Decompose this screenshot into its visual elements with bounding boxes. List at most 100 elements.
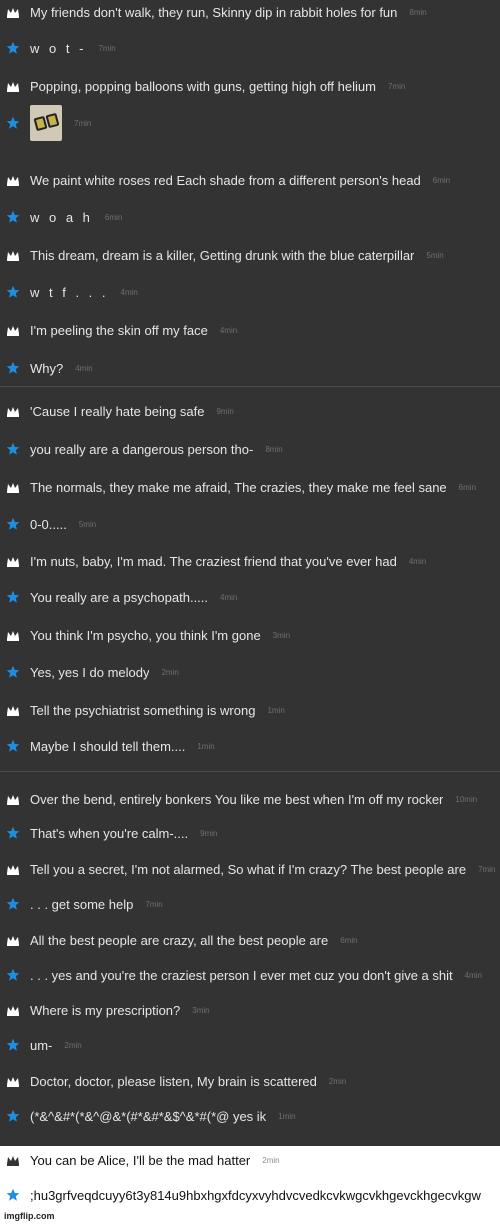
message-row: You really are a psychopath..... 4min (0, 586, 500, 608)
message-timestamp: 6min (432, 175, 451, 185)
message-timestamp: 7min (145, 899, 163, 909)
message-text: w t f . . . (30, 284, 109, 300)
message-timestamp: 7min (74, 118, 92, 128)
star-icon (6, 116, 20, 130)
message-row: Where is my prescription? 3min (0, 999, 500, 1021)
message-row: um- 2min (0, 1034, 500, 1056)
crown-icon (6, 1074, 20, 1088)
message-text: Doctor, doctor, please listen, My brain … (30, 1073, 317, 1089)
star-icon (6, 665, 20, 679)
message-timestamp: 8min (265, 444, 283, 454)
message-row-bottom: ;hu3grfveqdcuyy6t3y814u9hbxhgxfdcyxvyhdv… (0, 1184, 500, 1206)
message-row: 7min (0, 103, 500, 143)
message-timestamp: 1min (267, 705, 285, 715)
message-timestamp: 4min (120, 287, 138, 297)
message-timestamp: 6min (458, 482, 477, 492)
crown-icon (6, 628, 20, 642)
message-row: My friends don't walk, they run, Skinny … (0, 1, 500, 23)
message-row: Yes, yes I do melody 2min (0, 661, 500, 683)
message-row: Popping, popping balloons with guns, get… (0, 75, 500, 97)
message-timestamp: 2min (64, 1040, 82, 1050)
message-timestamp: 4min (219, 325, 238, 335)
message-row: You think I'm psycho, you think I'm gone… (0, 624, 500, 646)
message-row: I'm peeling the skin off my face 4min (0, 319, 500, 341)
message-row-bottom: You can be Alice, I'll be the mad hatter… (0, 1149, 500, 1171)
message-text: w o t - (30, 40, 87, 56)
sticker-image (30, 105, 62, 141)
message-text: The normals, they make me afraid, The cr… (30, 479, 447, 495)
message-row: w t f . . . 4min (0, 281, 500, 303)
watermark: imgflip.com (4, 1211, 55, 1221)
star-icon (6, 968, 20, 982)
star-icon (6, 590, 20, 604)
message-timestamp: 2min (262, 1155, 280, 1165)
message-text: I'm peeling the skin off my face (30, 322, 208, 338)
crown-icon (6, 703, 20, 717)
message-row: We paint white roses red Each shade from… (0, 169, 500, 191)
message-timestamp: 4min (408, 556, 427, 566)
message-text: I'm nuts, baby, I'm mad. The craziest fr… (30, 553, 397, 569)
message-timestamp: 5min (78, 519, 97, 529)
message-text: My friends don't walk, they run, Skinny … (30, 4, 398, 20)
message-row: you really are a dangerous person tho- 8m… (0, 438, 500, 460)
crown-icon (6, 792, 20, 806)
message-row: That's when you're calm-.... 9min (0, 822, 500, 844)
message-timestamp: 4min (75, 363, 93, 373)
crown-icon (6, 1153, 20, 1167)
message-row: (*&^&#*(*&^@&*(#*&#*&$^&*#(*@ yes ik 1min (0, 1105, 500, 1127)
message-text: . . . yes and you're the craziest person… (30, 967, 453, 983)
message-text: All the best people are crazy, all the b… (30, 932, 329, 948)
crown-icon (6, 862, 20, 876)
section-divider (0, 386, 500, 387)
star-icon (6, 1109, 20, 1123)
message-text: . . . get some help (30, 896, 134, 912)
message-text: You think I'm psycho, you think I'm gone (30, 627, 261, 643)
message-row: Why? 4min (0, 357, 500, 379)
message-timestamp: 10min (455, 794, 478, 804)
message-text: That's when you're calm-.... (30, 825, 189, 841)
crown-icon (6, 248, 20, 262)
star-icon (6, 826, 20, 840)
message-text: Yes, yes I do melody (30, 664, 150, 680)
message-text: We paint white roses red Each shade from… (30, 172, 421, 188)
message-row: w o t - 7min (0, 37, 500, 59)
message-text: 'Cause I really hate being safe (30, 403, 205, 419)
crown-icon (6, 404, 20, 418)
message-text: w o a h (30, 209, 93, 225)
message-row: w o a h 6min (0, 206, 500, 228)
message-timestamp: 8min (409, 7, 427, 17)
message-text: This dream, dream is a killer, Getting d… (30, 247, 415, 263)
message-timestamp: 7min (478, 864, 496, 874)
star-icon (6, 361, 20, 375)
crown-icon (6, 79, 20, 93)
crown-icon (6, 1003, 20, 1017)
message-timestamp: 2min (328, 1076, 347, 1086)
message-timestamp: 3min (272, 630, 291, 640)
star-icon (6, 1038, 20, 1052)
star-icon (6, 739, 20, 753)
message-text: Over the bend, entirely bonkers You like… (30, 791, 444, 807)
message-row: I'm nuts, baby, I'm mad. The craziest fr… (0, 550, 500, 572)
message-timestamp: 7min (98, 43, 116, 53)
message-row: Tell you a secret, I'm not alarmed, So w… (0, 858, 500, 880)
star-icon (6, 285, 20, 299)
message-timestamp: 1min (278, 1111, 296, 1121)
message-timestamp: 6min (340, 935, 358, 945)
message-timestamp: 9min (216, 406, 234, 416)
message-timestamp: 6min (104, 212, 123, 222)
message-timestamp: 9min (200, 828, 218, 838)
crown-icon (6, 5, 20, 19)
message-text: You can be Alice, I'll be the mad hatter (30, 1152, 251, 1168)
message-text: Popping, popping balloons with guns, get… (30, 78, 376, 94)
crown-icon (6, 323, 20, 337)
message-timestamp: 4min (220, 592, 238, 602)
crown-icon (6, 554, 20, 568)
message-row: The normals, they make me afraid, The cr… (0, 476, 500, 498)
star-icon (6, 210, 20, 224)
message-text: you really are a dangerous person tho- (30, 441, 254, 457)
message-timestamp: 1min (197, 741, 215, 751)
star-icon (6, 41, 20, 55)
message-text: Maybe I should tell them.... (30, 738, 186, 754)
message-row: 'Cause I really hate being safe 9min (0, 400, 500, 422)
message-row: Over the bend, entirely bonkers You like… (0, 788, 500, 810)
